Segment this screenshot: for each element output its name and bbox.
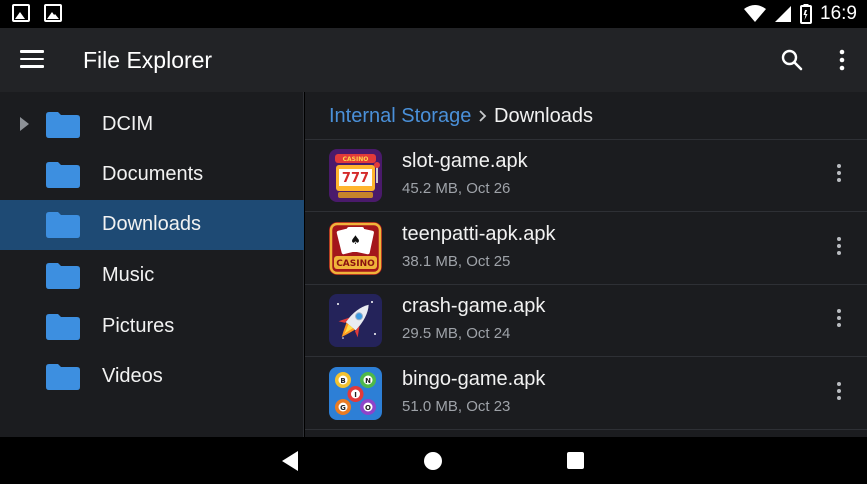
sidebar-item-label: Downloads: [102, 213, 201, 235]
folder-icon: [46, 314, 80, 340]
more-vert-icon[interactable]: [831, 237, 847, 261]
system-nav-bar: [0, 437, 867, 484]
file-row[interactable]: B N I G O bingo-game.apk 51.0 MB, Oct 23: [305, 358, 867, 430]
signal-icon: [775, 6, 792, 22]
folder-icon: [46, 212, 80, 238]
breadcrumb: Internal Storage Downloads: [305, 92, 867, 140]
bingo-balls-icon: B N I G O: [329, 367, 382, 420]
file-row[interactable]: CASINO 777 slot-game.apk 45.2 MB, Oct 26: [305, 140, 867, 212]
svg-text:CASINO: CASINO: [343, 156, 369, 163]
svg-text:B: B: [340, 377, 345, 385]
folder-sidebar: DCIM Documents Downloads Music Pictures …: [0, 92, 304, 437]
file-row[interactable]: ♠ CASINO teenpatti-apk.apk 38.1 MB, Oct …: [305, 213, 867, 285]
sidebar-item-downloads[interactable]: Downloads: [0, 200, 304, 250]
more-vert-icon[interactable]: [831, 382, 847, 406]
breadcrumb-root-link[interactable]: Internal Storage: [329, 105, 471, 128]
sidebar-item-documents[interactable]: Documents: [0, 150, 304, 200]
recent-apps-icon[interactable]: [567, 452, 584, 469]
sidebar-item-label: DCIM: [102, 113, 154, 135]
back-icon[interactable]: [282, 451, 298, 471]
folder-icon: [46, 263, 80, 289]
more-vert-icon[interactable]: [832, 48, 852, 72]
search-icon[interactable]: [780, 48, 804, 72]
photo-icon: [44, 4, 62, 22]
svg-text:G: G: [340, 404, 346, 412]
folder-icon: [46, 162, 80, 188]
casino-cards-icon: ♠ CASINO: [329, 222, 382, 275]
slot-machine-icon: CASINO 777: [329, 149, 382, 202]
casino-icon-text: CASINO: [336, 259, 375, 269]
file-meta: 45.2 MB, Oct 26: [402, 180, 511, 197]
sidebar-item-music[interactable]: Music: [0, 251, 304, 301]
breadcrumb-current: Downloads: [494, 105, 593, 127]
page-title: File Explorer: [83, 47, 213, 73]
battery-icon: [800, 4, 813, 24]
more-vert-icon[interactable]: [831, 309, 847, 333]
file-name: teenpatti-apk.apk: [402, 223, 556, 245]
sidebar-item-label: Pictures: [102, 315, 175, 337]
sidebar-item-label: Documents: [102, 163, 204, 185]
svg-text:O: O: [365, 404, 371, 412]
file-meta: 38.1 MB, Oct 25: [402, 253, 511, 270]
image-icon: [12, 4, 30, 22]
wifi-icon: [744, 5, 767, 22]
home-icon[interactable]: [424, 452, 442, 470]
sidebar-item-dcim[interactable]: DCIM: [0, 100, 304, 150]
file-name: slot-game.apk: [402, 150, 528, 172]
chevron-right-icon[interactable]: [20, 117, 29, 131]
chevron-right-icon: [479, 110, 487, 122]
svg-text:♠: ♠: [350, 233, 361, 247]
sidebar-item-pictures[interactable]: Pictures: [0, 302, 304, 352]
folder-icon: [46, 364, 80, 390]
sidebar-item-label: Music: [102, 264, 155, 286]
file-list-pane: Internal Storage Downloads CASINO 777 sl…: [305, 92, 867, 437]
file-row[interactable]: crash-game.apk 29.5 MB, Oct 24: [305, 285, 867, 357]
sidebar-item-label: Videos: [102, 365, 163, 387]
folder-icon: [46, 112, 80, 138]
hamburger-menu-icon[interactable]: [20, 50, 44, 70]
app-toolbar: File Explorer: [0, 28, 867, 92]
svg-text:N: N: [365, 377, 371, 385]
status-time: 16:9: [820, 3, 857, 24]
sidebar-item-videos[interactable]: Videos: [0, 352, 304, 402]
file-name: crash-game.apk: [402, 295, 546, 317]
rocket-icon: [329, 294, 382, 347]
file-name: bingo-game.apk: [402, 368, 546, 390]
slot-icon-text: 777: [342, 171, 369, 186]
file-meta: 29.5 MB, Oct 24: [402, 325, 511, 342]
file-meta: 51.0 MB, Oct 23: [402, 398, 511, 415]
svg-text:I: I: [354, 391, 357, 399]
status-bar: 16:9: [0, 0, 867, 28]
more-vert-icon[interactable]: [831, 164, 847, 188]
